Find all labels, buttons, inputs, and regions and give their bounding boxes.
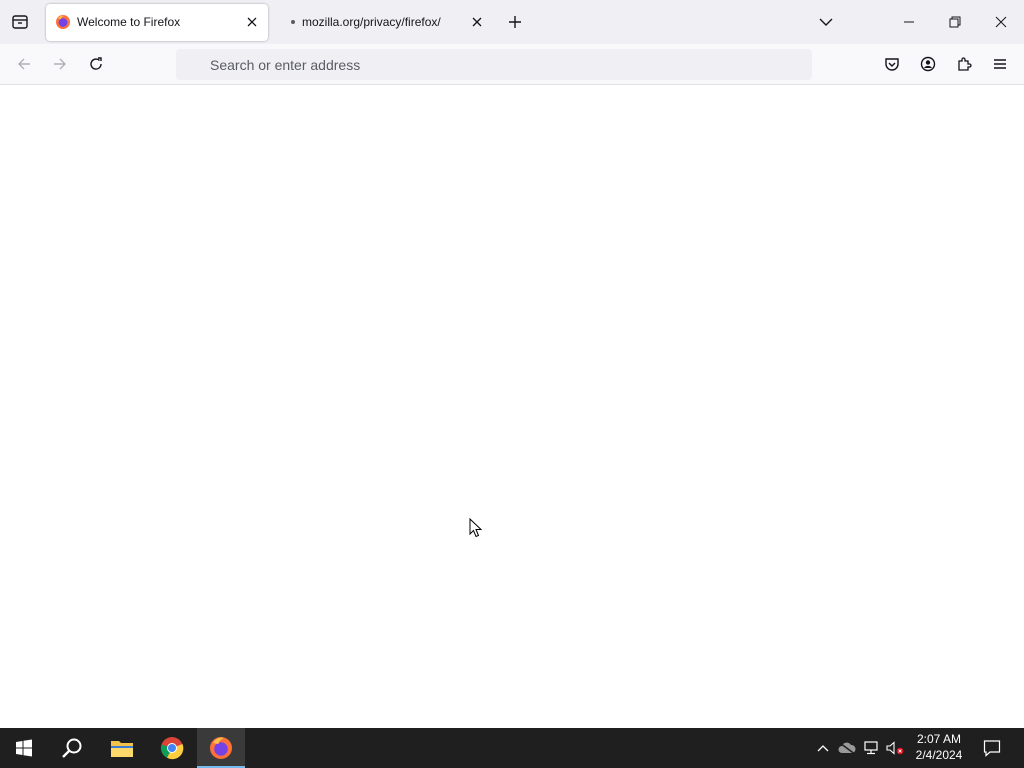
start-icon [16, 739, 32, 757]
clock-date: 2/4/2024 [915, 748, 963, 762]
taskbar-firefox[interactable] [197, 728, 245, 768]
taskbar-clock[interactable]: 2:07 AM 2/4/2024 [908, 731, 970, 765]
taskbar-file-explorer[interactable] [98, 728, 146, 768]
restore-icon[interactable] [932, 0, 978, 44]
firefox-icon [210, 737, 232, 759]
tab-title: mozilla.org/privacy/firefox/ [302, 15, 441, 29]
taskbar-chrome[interactable] [148, 728, 196, 768]
start-button[interactable] [0, 728, 48, 768]
reload-icon[interactable] [84, 52, 108, 76]
search-icon [62, 738, 82, 758]
file-explorer-icon [111, 741, 133, 757]
clock-time: 2:07 AM [916, 732, 962, 746]
new-tab-icon[interactable] [503, 10, 527, 34]
tab-welcome[interactable]: Welcome to Firefox [46, 4, 268, 41]
notifications-icon[interactable] [978, 728, 1006, 768]
extensions-icon[interactable] [952, 52, 976, 76]
onedrive-offline-icon[interactable] [836, 728, 858, 768]
back-icon[interactable] [12, 52, 36, 76]
address-bar[interactable] [176, 49, 812, 80]
firefox-favicon-icon [55, 14, 71, 30]
forward-icon[interactable] [48, 52, 72, 76]
loading-dot-icon [291, 20, 295, 24]
chrome-icon [160, 737, 184, 760]
show-hidden-icons-icon[interactable] [812, 728, 834, 768]
taskbar-search-button[interactable] [48, 728, 96, 768]
tab-close-icon[interactable] [467, 12, 487, 32]
tab-title: Welcome to Firefox [77, 15, 181, 29]
close-window-icon[interactable] [978, 0, 1024, 44]
tab-strip: Welcome to Firefox mozilla.org/privacy/f… [0, 0, 1024, 44]
list-all-tabs-icon[interactable] [814, 10, 838, 34]
menu-icon[interactable] [988, 52, 1012, 76]
tab-close-icon[interactable] [242, 12, 262, 32]
network-icon[interactable] [860, 728, 882, 768]
volume-muted-icon[interactable] [884, 728, 906, 768]
account-icon[interactable] [916, 52, 940, 76]
tab-privacy[interactable]: mozilla.org/privacy/firefox/ [276, 4, 492, 41]
mouse-cursor-icon [469, 517, 483, 543]
firefox-view-icon[interactable] [8, 10, 32, 34]
minimize-icon[interactable] [886, 0, 932, 44]
address-input[interactable] [176, 49, 812, 80]
page-content [0, 85, 1024, 728]
pocket-icon[interactable] [880, 52, 904, 76]
